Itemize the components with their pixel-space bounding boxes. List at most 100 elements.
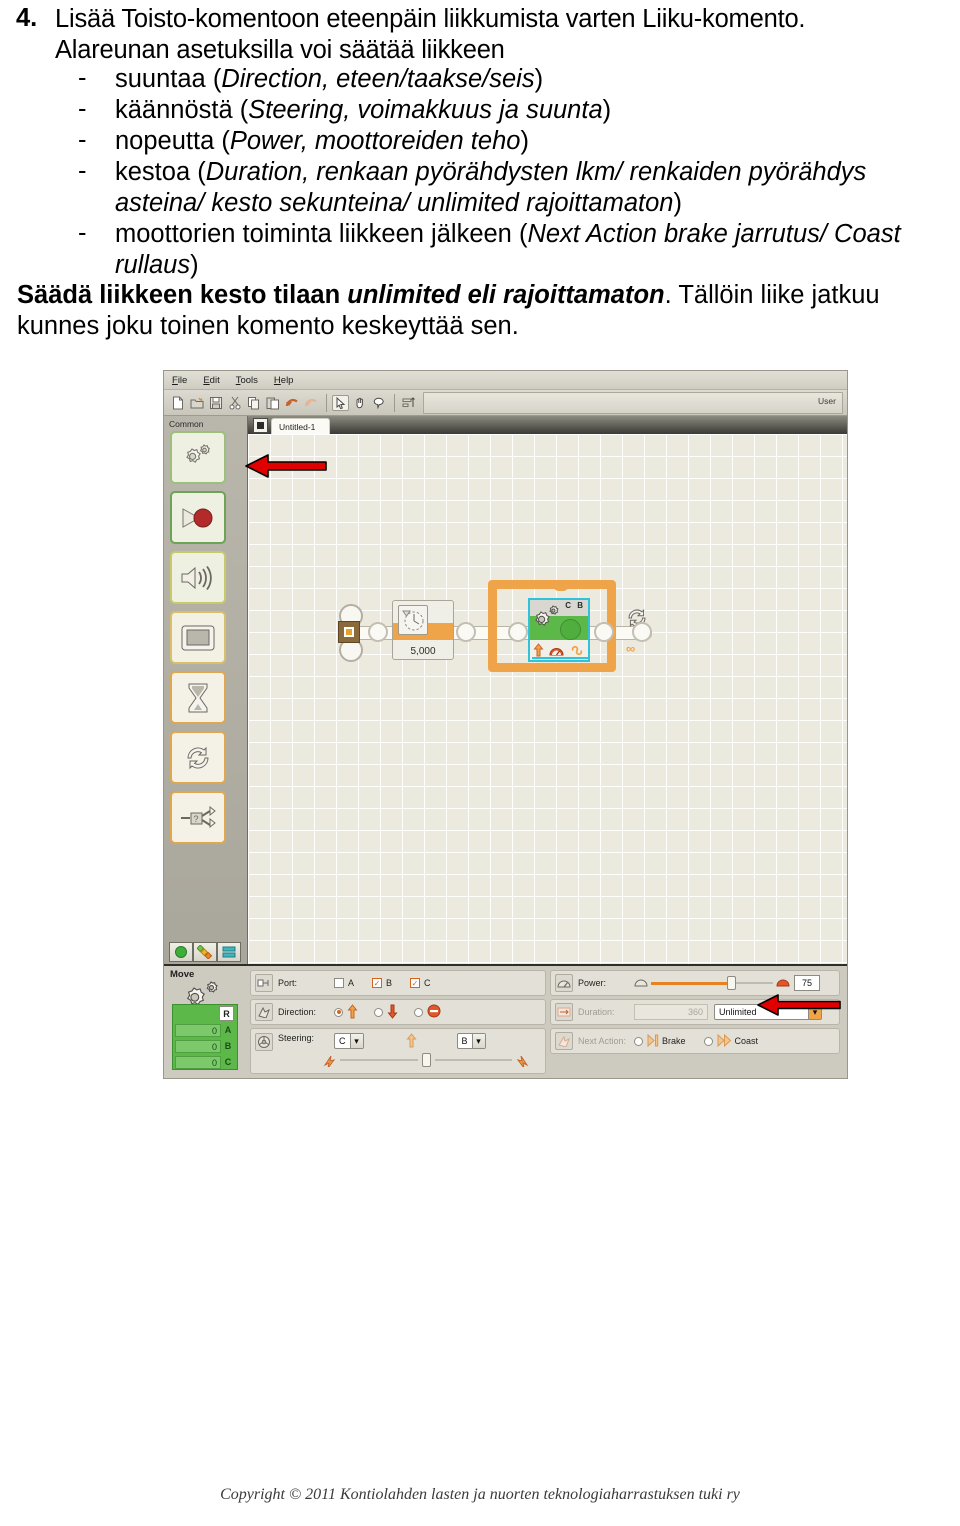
complete-palette-tab[interactable] bbox=[193, 942, 217, 962]
new-document-icon[interactable] bbox=[169, 394, 186, 411]
duration-unit-value: Unlimited bbox=[719, 1007, 757, 1017]
move-block[interactable]: C B bbox=[528, 598, 590, 662]
arrow-down-icon bbox=[387, 1004, 398, 1021]
motor-value: 0 bbox=[175, 1055, 221, 1069]
steering-center-arrow-icon bbox=[405, 1033, 417, 1050]
next-action-radio-brake[interactable] bbox=[634, 1036, 643, 1046]
bullet-text-plain: kestoa ( bbox=[115, 158, 206, 186]
steering-right-motor-value: B bbox=[461, 1036, 468, 1046]
toolbar-filler: User bbox=[423, 391, 843, 414]
bullet-text-plain: suuntaa ( bbox=[115, 65, 222, 93]
steering-left-motor-value: C bbox=[339, 1036, 346, 1046]
direction-label: Direction: bbox=[278, 1007, 317, 1017]
direction-radio-backward[interactable] bbox=[374, 1007, 383, 1017]
closing-bold: Säädä liikkeen kesto tilaan bbox=[17, 281, 348, 309]
switch-block-icon[interactable]: ? bbox=[170, 791, 226, 844]
bullet-text-italic: Next Action brake jarrutus/ Coast bbox=[527, 220, 901, 248]
bullet-text-plain: moottorien toiminta liikkeen jälkeen ( bbox=[115, 220, 528, 248]
start-block[interactable] bbox=[336, 604, 366, 662]
power-slider[interactable] bbox=[651, 976, 773, 990]
block-palette: Common ? bbox=[164, 416, 248, 966]
bullet-text-italic: Steering, voimakkuus ja suunta bbox=[248, 96, 603, 124]
chevron-down-icon: ▾ bbox=[349, 1034, 363, 1048]
document-tab[interactable]: Untitled-1 bbox=[271, 418, 331, 434]
coast-icon bbox=[717, 1033, 732, 1049]
copy-icon[interactable] bbox=[245, 394, 262, 411]
power-value-input[interactable]: 75 bbox=[794, 975, 820, 991]
next-action-row: Next Action: Brake Coast bbox=[550, 1028, 840, 1054]
infinity-icon bbox=[572, 645, 583, 655]
align-icon[interactable] bbox=[400, 394, 417, 411]
program-canvas[interactable]: 5,000 C B ∞ bbox=[248, 434, 847, 966]
menu-bar: FFileile Edit Tools Help bbox=[164, 371, 847, 390]
redo-icon[interactable] bbox=[302, 394, 319, 411]
connector-ring bbox=[632, 622, 652, 642]
direction-radio-forward[interactable] bbox=[334, 1007, 343, 1017]
steering-label: Steering: bbox=[278, 1033, 315, 1043]
cut-icon[interactable] bbox=[226, 394, 243, 411]
port-checkbox-b[interactable]: ✓ bbox=[372, 978, 383, 988]
record-play-block-icon[interactable] bbox=[170, 491, 226, 544]
closing-plain: . Tällöin liike jatkuu bbox=[664, 281, 880, 309]
svg-text:?: ? bbox=[194, 814, 199, 824]
steering-left-motor-select[interactable]: C ▾ bbox=[334, 1033, 364, 1049]
motor-row: 0 A bbox=[175, 1023, 237, 1037]
power-slider-knob[interactable] bbox=[727, 976, 736, 990]
bullet-text-italic: Power, moottoreiden teho bbox=[229, 127, 521, 155]
wait-value: 5,000 bbox=[410, 646, 436, 657]
pointer-tool-icon[interactable] bbox=[332, 394, 349, 411]
bullet-dash: - bbox=[78, 219, 87, 247]
item-line-1: Lisää Toisto-komentoon eteenpäin liikkum… bbox=[55, 5, 806, 33]
tab-menu-icon[interactable] bbox=[253, 418, 268, 433]
direction-radio-stop[interactable] bbox=[414, 1007, 423, 1017]
custom-palette-tab[interactable] bbox=[217, 942, 241, 962]
menu-item-edit[interactable]: Edit bbox=[203, 375, 219, 386]
motor-value: 0 bbox=[175, 1039, 221, 1053]
port-checkbox-c[interactable]: ✓ bbox=[410, 978, 421, 988]
port-label: Port: bbox=[278, 978, 298, 988]
steering-slider-knob[interactable] bbox=[421, 1053, 431, 1067]
steering-slider[interactable] bbox=[323, 1053, 529, 1067]
wait-block[interactable]: 5,000 bbox=[392, 600, 454, 660]
chevron-down-icon: ▾ bbox=[471, 1034, 485, 1048]
motor-port: A bbox=[224, 1025, 232, 1035]
bullet-text-close: ) bbox=[534, 65, 544, 93]
port-checkbox-a[interactable] bbox=[334, 978, 344, 988]
next-action-radio-coast[interactable] bbox=[703, 1036, 713, 1046]
palette-title: Common bbox=[169, 419, 204, 429]
wait-icon bbox=[398, 605, 428, 635]
motor-row: 0 C bbox=[175, 1055, 237, 1069]
display-block-icon[interactable] bbox=[170, 611, 226, 664]
pan-tool-icon[interactable] bbox=[351, 394, 368, 411]
motor-port: B bbox=[224, 1041, 232, 1051]
port-option-c: C bbox=[424, 978, 431, 988]
bullet-cont-italic: asteina/ kesto sekunteina/ unlimited raj… bbox=[115, 189, 674, 217]
motor-port: C bbox=[224, 1057, 232, 1067]
motor-row: 0 B bbox=[175, 1039, 237, 1053]
direction-icon bbox=[255, 1003, 273, 1021]
save-icon[interactable] bbox=[207, 394, 224, 411]
menu-item-help[interactable]: Help bbox=[274, 375, 294, 386]
direction-row: Direction: bbox=[250, 999, 546, 1025]
loop-block-icon[interactable] bbox=[170, 731, 226, 784]
steering-right-motor-select[interactable]: B ▾ bbox=[456, 1033, 486, 1049]
bullet-dash: - bbox=[78, 126, 87, 154]
bullet-dash: - bbox=[78, 157, 87, 185]
undo-icon[interactable] bbox=[283, 394, 300, 411]
closing-line-2: kunnes joku toinen komento keskeyttää se… bbox=[17, 312, 519, 340]
wait-block-icon[interactable] bbox=[170, 671, 226, 724]
toolbar: User bbox=[164, 390, 847, 416]
config-block-preview: Move R 0 A 0 B 0 C bbox=[166, 968, 246, 1074]
open-folder-icon[interactable] bbox=[188, 394, 205, 411]
next-action-brake-label: Brake bbox=[662, 1036, 686, 1046]
paste-icon[interactable] bbox=[264, 394, 281, 411]
comment-tool-icon[interactable] bbox=[370, 394, 387, 411]
closing-paragraph: Säädä liikkeen kesto tilaan unlimited el… bbox=[17, 280, 957, 342]
duration-value-input[interactable]: 360 bbox=[634, 1004, 708, 1020]
reset-badge[interactable]: R bbox=[219, 1006, 234, 1021]
move-block-icon[interactable] bbox=[170, 431, 226, 484]
common-palette-tab[interactable] bbox=[169, 942, 193, 962]
menu-item-tools[interactable]: Tools bbox=[236, 375, 258, 386]
sound-block-icon[interactable] bbox=[170, 551, 226, 604]
menu-item-file[interactable]: FFileile bbox=[172, 375, 187, 386]
